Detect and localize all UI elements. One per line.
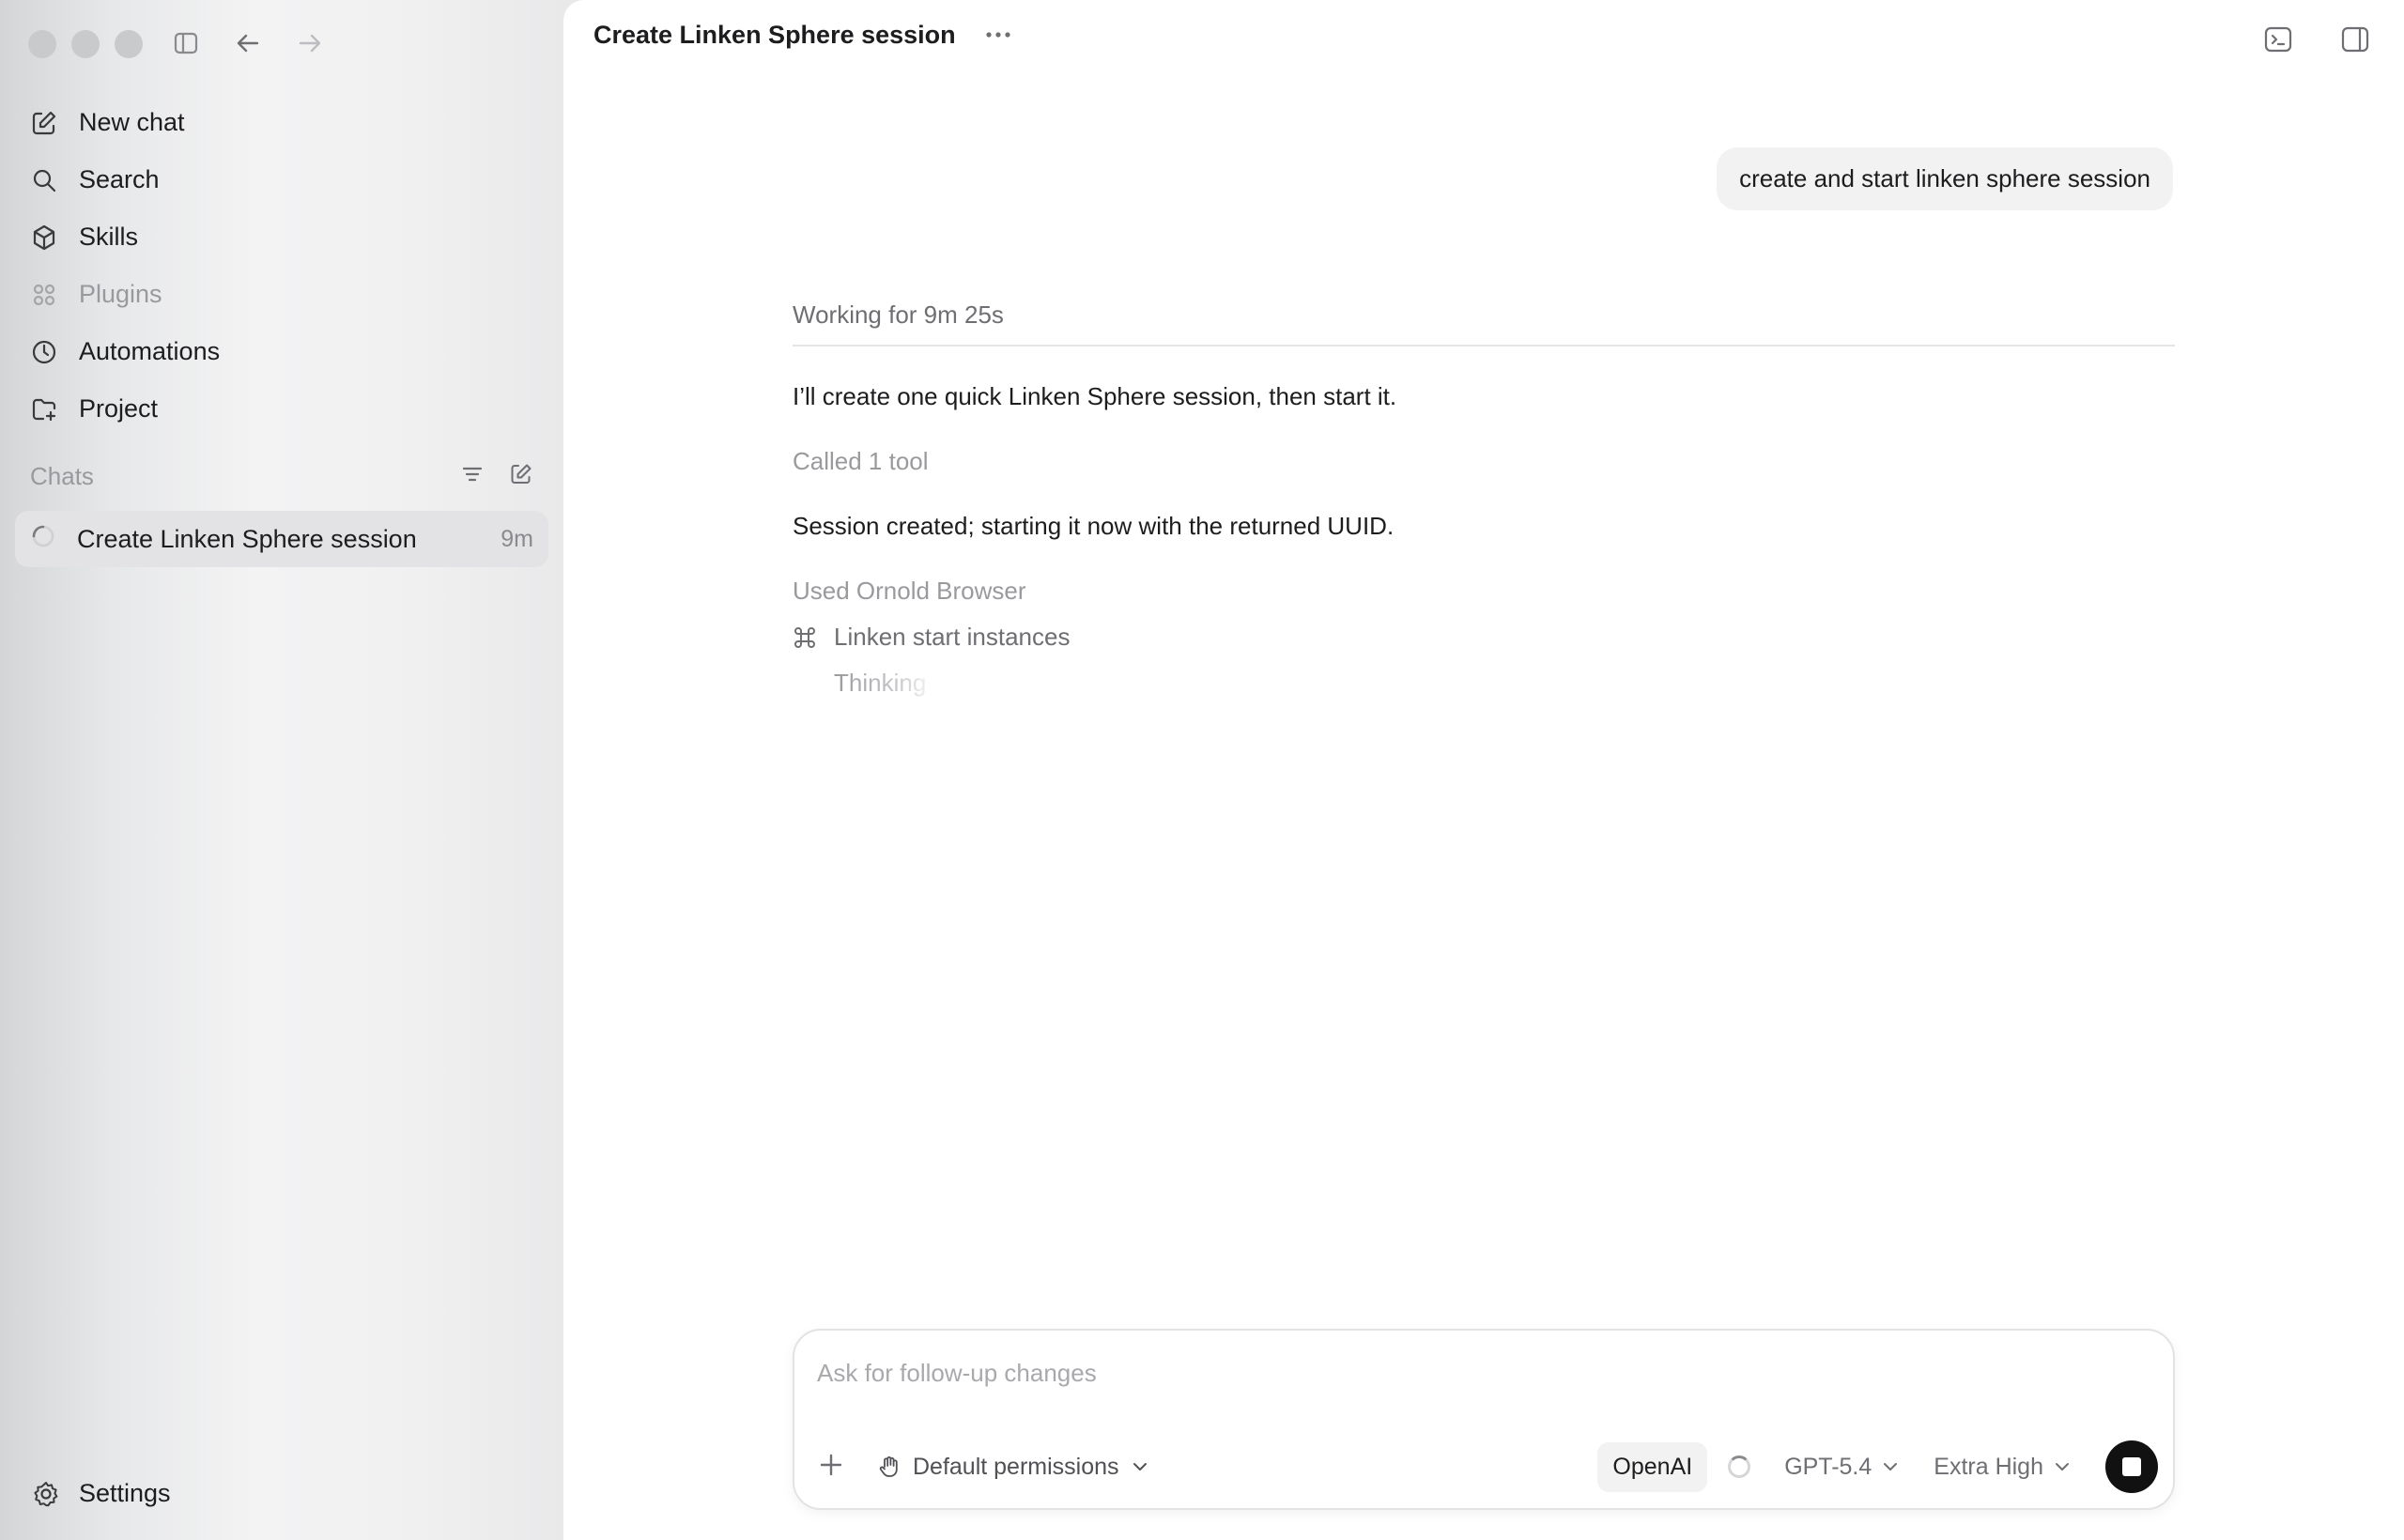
cube-icon <box>33 224 55 250</box>
assistant-message: I’ll create one quick Linken Sphere sess… <box>793 382 1397 410</box>
effort-dropdown[interactable]: Extra High <box>1934 1454 2072 1481</box>
toolbar-icons <box>169 26 327 60</box>
sidebar: New chat Search Skills Plugins Automatio… <box>0 0 563 1540</box>
sidebar-item-project[interactable]: Project <box>30 380 220 438</box>
search-icon <box>33 169 56 192</box>
chat-title: Create Linken Sphere session <box>77 524 417 553</box>
add-attachment-icon[interactable] <box>817 1451 845 1484</box>
hand-icon <box>879 1456 898 1477</box>
grid-icon <box>33 284 55 305</box>
model-dropdown[interactable]: GPT-5.4 <box>1784 1454 1900 1481</box>
composer-toolbar: Default permissions OpenAI GPT-5.4 Extra… <box>817 1439 2158 1495</box>
permissions-dropdown[interactable]: Default permissions <box>877 1454 1149 1481</box>
permissions-label: Default permissions <box>913 1453 1119 1480</box>
model-label: GPT-5.4 <box>1784 1453 1872 1480</box>
effort-label: Extra High <box>1934 1453 2043 1480</box>
stop-button[interactable] <box>2105 1440 2158 1493</box>
sidebar-item-label: Skills <box>79 223 139 251</box>
loading-spinner-icon <box>30 523 56 556</box>
stop-icon <box>2122 1457 2141 1476</box>
sidebar-item-label: Plugins <box>79 280 162 308</box>
thinking-indicator: Thinking <box>834 669 927 697</box>
page-title: Create Linken Sphere session <box>593 21 956 49</box>
main-panel: Create Linken Sphere session create and … <box>563 0 2404 1540</box>
gear-icon <box>34 1481 58 1506</box>
new-chat-icon[interactable] <box>509 462 533 491</box>
sidebar-item-label: Automations <box>79 337 221 365</box>
working-status[interactable]: Working for 9m 25s <box>793 300 2175 346</box>
sidebar-item-search[interactable]: Search <box>30 151 220 208</box>
settings-button[interactable]: Settings <box>32 1479 171 1508</box>
chat-time: 9m <box>501 525 533 552</box>
side-panel-toggle-icon[interactable] <box>2340 24 2370 59</box>
more-options-icon[interactable] <box>984 27 1012 44</box>
chats-header: Chats <box>30 462 533 491</box>
assistant-message: Session created; starting it now with th… <box>793 512 1395 540</box>
sidebar-nav: New chat Search Skills Plugins Automatio… <box>30 94 220 438</box>
forward-arrow-icon[interactable] <box>293 26 327 60</box>
tool-call-summary[interactable]: Called 1 tool <box>793 447 2175 476</box>
provider-badge[interactable]: OpenAI <box>1597 1441 1708 1492</box>
sidebar-toggle-icon[interactable] <box>169 26 203 60</box>
settings-label: Settings <box>79 1479 171 1507</box>
sidebar-item-automations[interactable]: Automations <box>30 323 220 380</box>
command-icon <box>794 626 815 648</box>
folder-plus-icon <box>32 398 56 421</box>
header-actions <box>2263 24 2370 59</box>
chats-label: Chats <box>30 462 94 490</box>
window-controls <box>28 30 143 58</box>
chat-list-item[interactable]: Create Linken Sphere session 9m <box>15 511 548 567</box>
clock-icon <box>32 340 56 363</box>
edit-icon <box>32 111 56 134</box>
message-composer: Ask for follow-up changes Default permis… <box>793 1329 2175 1510</box>
sidebar-item-label: New chat <box>79 108 185 136</box>
close-window-button[interactable] <box>28 30 56 58</box>
sidebar-item-plugins[interactable]: Plugins <box>30 266 220 323</box>
sidebar-item-new-chat[interactable]: New chat <box>30 94 220 151</box>
user-message: create and start linken sphere session <box>1717 147 2173 210</box>
composer-input[interactable]: Ask for follow-up changes <box>817 1359 1097 1388</box>
terminal-icon[interactable] <box>2263 24 2293 59</box>
tool-call-item[interactable]: Linken start instances <box>793 623 2175 652</box>
chat-header: Create Linken Sphere session <box>593 21 1012 50</box>
tool-usage-summary[interactable]: Used Ornold Browser <box>793 577 2175 606</box>
back-arrow-icon[interactable] <box>231 26 265 60</box>
sidebar-item-label: Search <box>79 165 160 193</box>
assistant-thread: Working for 9m 25s I’ll create one quick… <box>793 300 2175 698</box>
sidebar-item-label: Project <box>79 394 159 423</box>
chevron-down-icon <box>1884 1463 1898 1471</box>
minimize-window-button[interactable] <box>71 30 100 58</box>
filter-icon[interactable] <box>460 462 485 491</box>
chevron-down-icon <box>2056 1463 2069 1471</box>
model-loading-icon <box>1728 1455 1751 1478</box>
sidebar-item-skills[interactable]: Skills <box>30 208 220 266</box>
tool-call-label: Linken start instances <box>834 623 1071 651</box>
chevron-down-icon <box>1133 1463 1147 1471</box>
zoom-window-button[interactable] <box>115 30 143 58</box>
